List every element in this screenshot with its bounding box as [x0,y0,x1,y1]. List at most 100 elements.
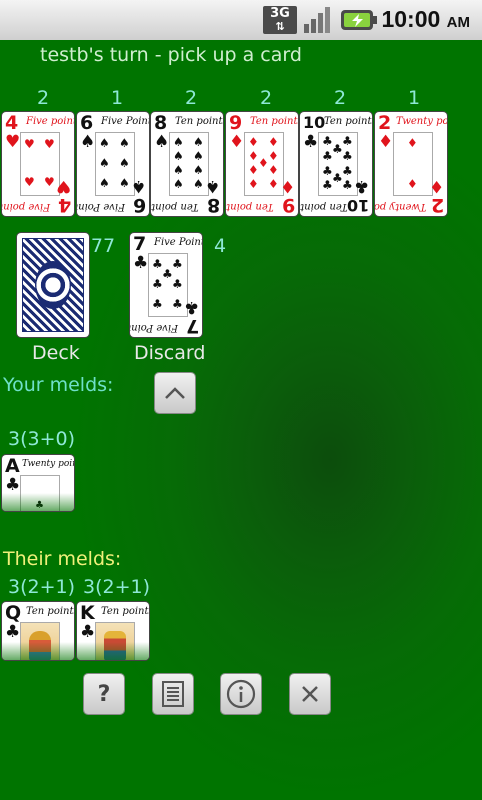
spades-icon: ♠ [119,136,130,150]
spades-icon: ♠ [99,156,110,170]
your-melds-label: Your melds: [3,374,114,396]
card-fade [2,493,74,511]
card-rank: 6 [80,112,94,134]
card-points: Five points [26,116,74,127]
spades-icon: ♠ [193,135,204,149]
card-points-bottom: Ten points [151,201,199,212]
diamonds-icon: ♦ [268,149,279,163]
hand-card-6-spades[interactable]: 6 ♠ Five Points ♠ ♠ ♠ ♠ ♠ ♠ 6 ♠ Five Poi… [77,112,149,216]
their-meld-card-king-clubs[interactable]: K ♣ Ten points [77,602,149,660]
spades-icon: ♠ [119,156,130,170]
clubs-icon: ♣ [303,132,319,152]
card-rank-bottom: 6 [132,194,146,216]
hand-count-4: 2 [259,87,273,109]
hand-card-8-spades[interactable]: 8 ♠ Ten points ♠ ♠ ♠ ♠ ♠ ♠ ♠ ♠ 8 ♠ Ten p… [151,112,223,216]
your-meld-summary: 3(3+0) [8,428,76,450]
diamonds-icon: ♦ [248,135,259,149]
help-button[interactable]: ? [84,674,124,714]
diamonds-icon: ♦ [229,132,245,152]
their-meld-summary-1: 3(2+1) [8,576,76,598]
diamonds-icon: ♦ [378,132,394,152]
card-rank: A [5,455,20,477]
diamonds-icon: ♦ [407,177,418,191]
card-rank: 4 [5,112,19,134]
spades-icon: ♠ [99,136,110,150]
hearts-icon: ♥ [5,132,21,152]
hand-card-10-clubs[interactable]: 10 ♣ Ten points ♣ ♣ ♣ ♣ ♣ ♣ ♣ ♣ ♣ ♣ 10 ♣… [300,112,372,216]
card-points-bottom: Five points [2,201,50,212]
card-points-bottom: Ten points [300,201,348,212]
hand-card-4-hearts[interactable]: 4 ♥ Five points ♥ ♥ ♥ ♥ 4 ♥ Five points [2,112,74,216]
clubs-icon: ♣ [172,257,183,271]
list-icon [162,681,184,707]
diamonds-icon: ♦ [248,163,259,177]
card-face: ♦ ♦ ♦ ♦ ♦ ♦ ♦ ♦ ♦ [244,132,284,196]
card-rank: 10 [303,113,326,132]
card-fade [2,642,74,660]
network-3g-icon: 3G ⇅ [263,6,297,34]
info-button[interactable] [221,674,261,714]
status-bar: 3G ⇅ 10:00 AM [0,0,482,41]
hearts-icon: ♥ [44,137,55,151]
diamonds-icon: ♦ [428,176,444,196]
clubs-icon: ♣ [5,475,21,495]
card-points: Twenty points [22,459,74,469]
card-points: Ten points [324,116,372,127]
card-face: ♣ ♣ ♣ ♣ ♣ ♣ ♣ [148,253,188,317]
clubs-icon: ♣ [172,277,183,291]
hearts-icon: ♥ [24,175,35,189]
their-melds-label: Their melds: [3,548,122,570]
card-points-bottom: Twenty points [375,201,426,212]
network-label: 3G [270,6,290,21]
card-points-bottom: Five Points [77,201,125,212]
clock-time: 10:00 [381,6,441,32]
spades-icon: ♠ [204,176,220,196]
card-fade [77,642,149,660]
card-face: ♠ ♠ ♠ ♠ ♠ ♠ ♠ ♠ [169,132,209,196]
card-points: Ten points [175,116,223,127]
hand-card-2-diamonds[interactable]: 2 ♦ Twenty points ♦ ♦ 2 ♦ Twenty points [375,112,447,216]
diamonds-icon: ♦ [248,177,259,191]
clubs-icon: ♣ [133,253,149,273]
deck-label: Deck [32,342,80,364]
card-face: ♠ ♠ ♠ ♠ ♠ ♠ [95,132,135,196]
discard-count: 4 [213,235,227,257]
card-points-bottom: Five Points [130,322,178,333]
scores-button[interactable] [153,674,193,714]
clock: 10:00 AM [381,6,470,33]
spades-icon: ♠ [173,149,184,163]
discard-label: Discard [134,342,206,364]
chevron-up-icon [165,387,185,399]
diamonds-icon: ♦ [268,163,279,177]
spades-icon: ♠ [173,177,184,191]
card-rank-bottom: 2 [430,194,444,216]
clubs-icon: ♣ [322,149,333,163]
hearts-icon: ♥ [44,175,55,189]
collapse-melds-button[interactable] [155,373,195,413]
hand-count-3: 2 [184,87,198,109]
spades-icon: ♠ [130,176,146,196]
close-button[interactable] [290,674,330,714]
battery-charging-icon [341,10,377,30]
card-face: ♦ ♦ [393,132,433,196]
spades-icon: ♠ [173,135,184,149]
hand-card-9-diamonds[interactable]: 9 ♦ Ten points ♦ ♦ ♦ ♦ ♦ ♦ ♦ ♦ ♦ 9 ♦ Ten… [226,112,298,216]
turn-message: testb's turn - pick up a card [40,44,302,66]
their-meld-card-queen-clubs[interactable]: Q ♣ Ten points [2,602,74,660]
card-rank: 9 [229,112,243,134]
spades-icon: ♠ [193,177,204,191]
diamonds-icon: ♦ [268,135,279,149]
spades-icon: ♠ [173,163,184,177]
spades-icon: ♠ [99,176,110,190]
clubs-icon: ♣ [80,622,96,642]
clubs-icon: ♣ [152,277,163,291]
hand-count-1: 2 [36,87,50,109]
clubs-icon: ♣ [322,178,333,192]
your-meld-card-ace-clubs[interactable]: A ♣ Twenty points ♣ [2,455,74,511]
spades-icon: ♠ [80,132,96,152]
card-face: ♥ ♥ ♥ ♥ [20,132,60,196]
card-rank-bottom: 7 [185,315,199,337]
clock-ampm: AM [446,14,470,31]
hearts-icon: ♥ [55,176,71,196]
card-points: Ten points [101,606,149,617]
